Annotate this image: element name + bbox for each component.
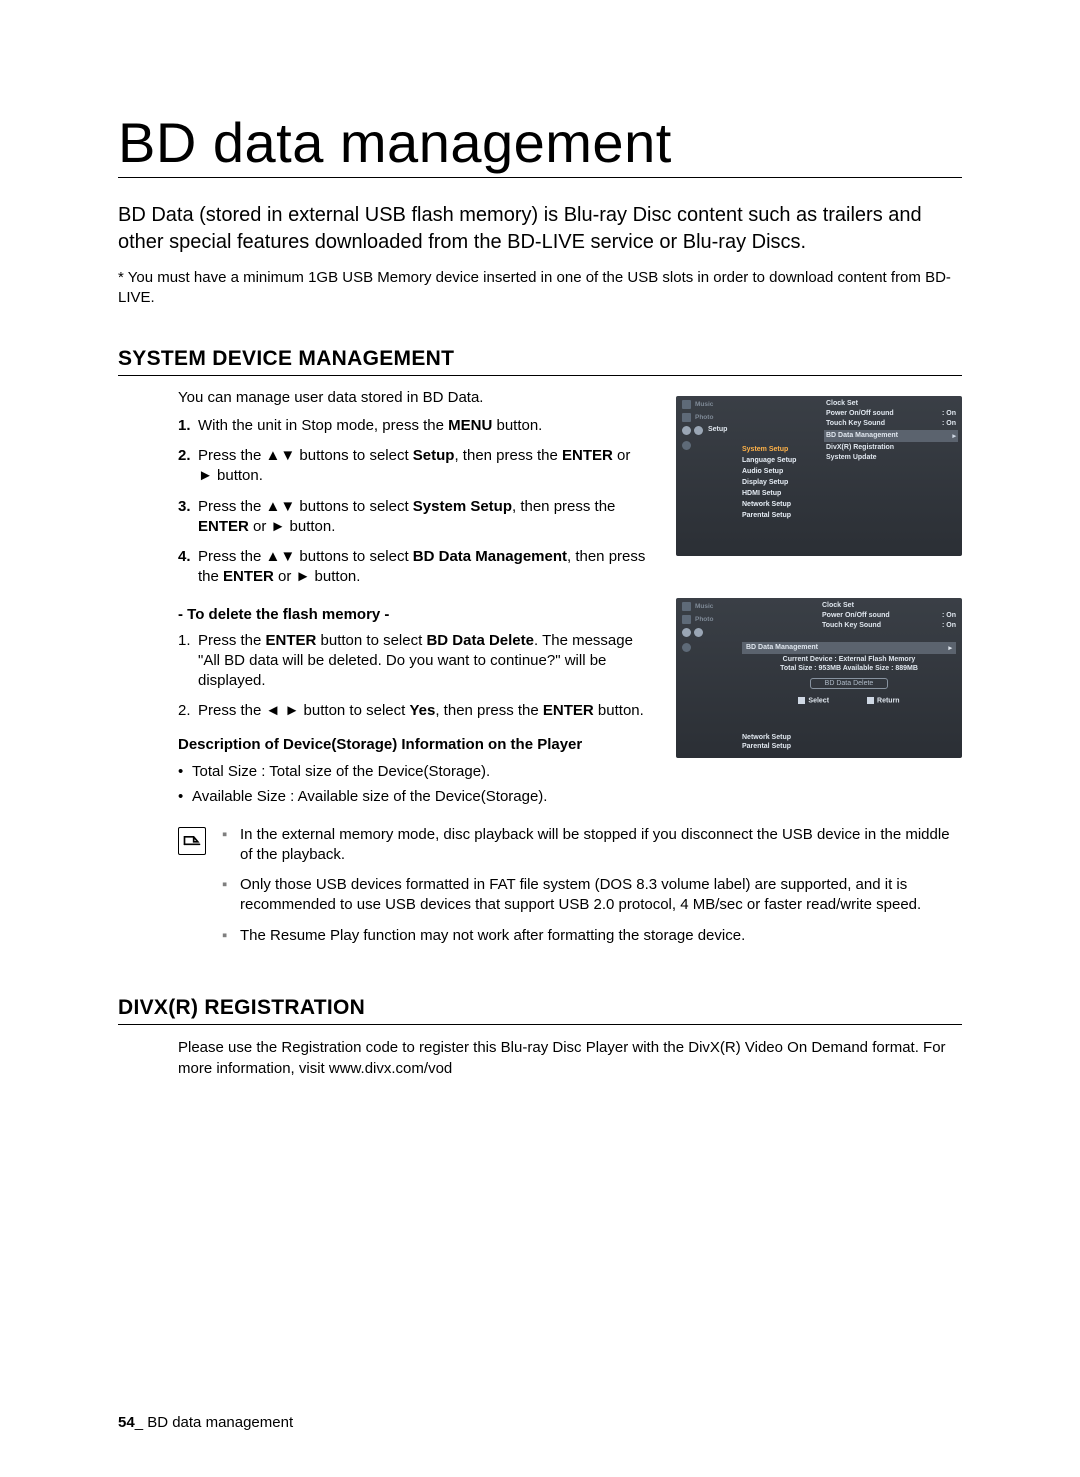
ui-screenshot-2: Music Photo Clock Set Power On/Off sound… xyxy=(676,598,962,758)
note-icon xyxy=(178,827,206,855)
gear-icon xyxy=(682,426,691,435)
setup-steps: 1.With the unit in Stop mode, press the … xyxy=(178,416,648,588)
note-3: The Resume Play function may not work af… xyxy=(222,926,962,946)
step-3: 3.Press the ▲▼ buttons to select System … xyxy=(178,497,648,538)
step-4: 4.Press the ▲▼ buttons to select BD Data… xyxy=(178,547,648,588)
page-footer: 54_ BD data management xyxy=(118,1414,293,1431)
del-step-2: 2.Press the ◄ ► button to select Yes, th… xyxy=(178,701,648,721)
square-icon xyxy=(867,697,874,704)
music-icon xyxy=(682,602,691,611)
select-hint: Select xyxy=(798,697,829,704)
music-icon xyxy=(682,400,691,409)
note-1: In the external memory mode, disc playba… xyxy=(222,825,962,866)
square-icon xyxy=(798,697,805,704)
photo-icon xyxy=(682,615,691,624)
chevron-right-icon: ▸ xyxy=(948,644,952,652)
step-2: 2.Press the ▲▼ buttons to select Setup, … xyxy=(178,446,648,487)
intro-paragraph: BD Data (stored in external USB flash me… xyxy=(118,202,962,256)
disc-icon xyxy=(682,441,691,450)
desc-bullet-2: Available Size : Available size of the D… xyxy=(178,786,648,807)
section-heading-system-device: SYSTEM DEVICE MANAGEMENT xyxy=(118,347,962,376)
gear-icon xyxy=(694,426,703,435)
highlight-row: BD Data Management▸ xyxy=(824,430,958,442)
chevron-right-icon: ▸ xyxy=(948,432,956,440)
page-title: BD data management xyxy=(118,110,962,178)
divx-paragraph: Please use the Registration code to regi… xyxy=(178,1037,962,1079)
delete-steps: 1.Press the ENTER button to select BD Da… xyxy=(178,631,648,722)
footnote: * You must have a minimum 1GB USB Memory… xyxy=(118,268,962,309)
desc-heading: Description of Device(Storage) Informati… xyxy=(178,736,648,753)
section-heading-divx: DIVX(R) REGISTRATION xyxy=(118,996,962,1025)
gear-icon xyxy=(682,628,691,637)
note-2: Only those USB devices formatted in FAT … xyxy=(222,875,962,916)
section1-lead: You can manage user data stored in BD Da… xyxy=(178,388,648,408)
desc-bullets: Total Size : Total size of the Device(St… xyxy=(178,761,648,807)
delete-flash-heading: - To delete the flash memory - xyxy=(178,606,648,623)
ui-screenshot-1: Music Photo Setup System Setup Language … xyxy=(676,396,962,556)
photo-icon xyxy=(682,413,691,422)
del-step-1: 1.Press the ENTER button to select BD Da… xyxy=(178,631,648,692)
desc-bullet-1: Total Size : Total size of the Device(St… xyxy=(178,761,648,782)
notes: In the external memory mode, disc playba… xyxy=(222,825,962,956)
gear-icon xyxy=(694,628,703,637)
step-1: 1.With the unit in Stop mode, press the … xyxy=(178,416,648,436)
menu-highlight: System Setup xyxy=(742,446,810,453)
highlight-row: BD Data Management▸ xyxy=(742,642,956,654)
bd-data-delete-button: BD Data Delete xyxy=(810,678,889,689)
disc-icon xyxy=(682,643,691,652)
return-hint: Return xyxy=(867,697,900,704)
